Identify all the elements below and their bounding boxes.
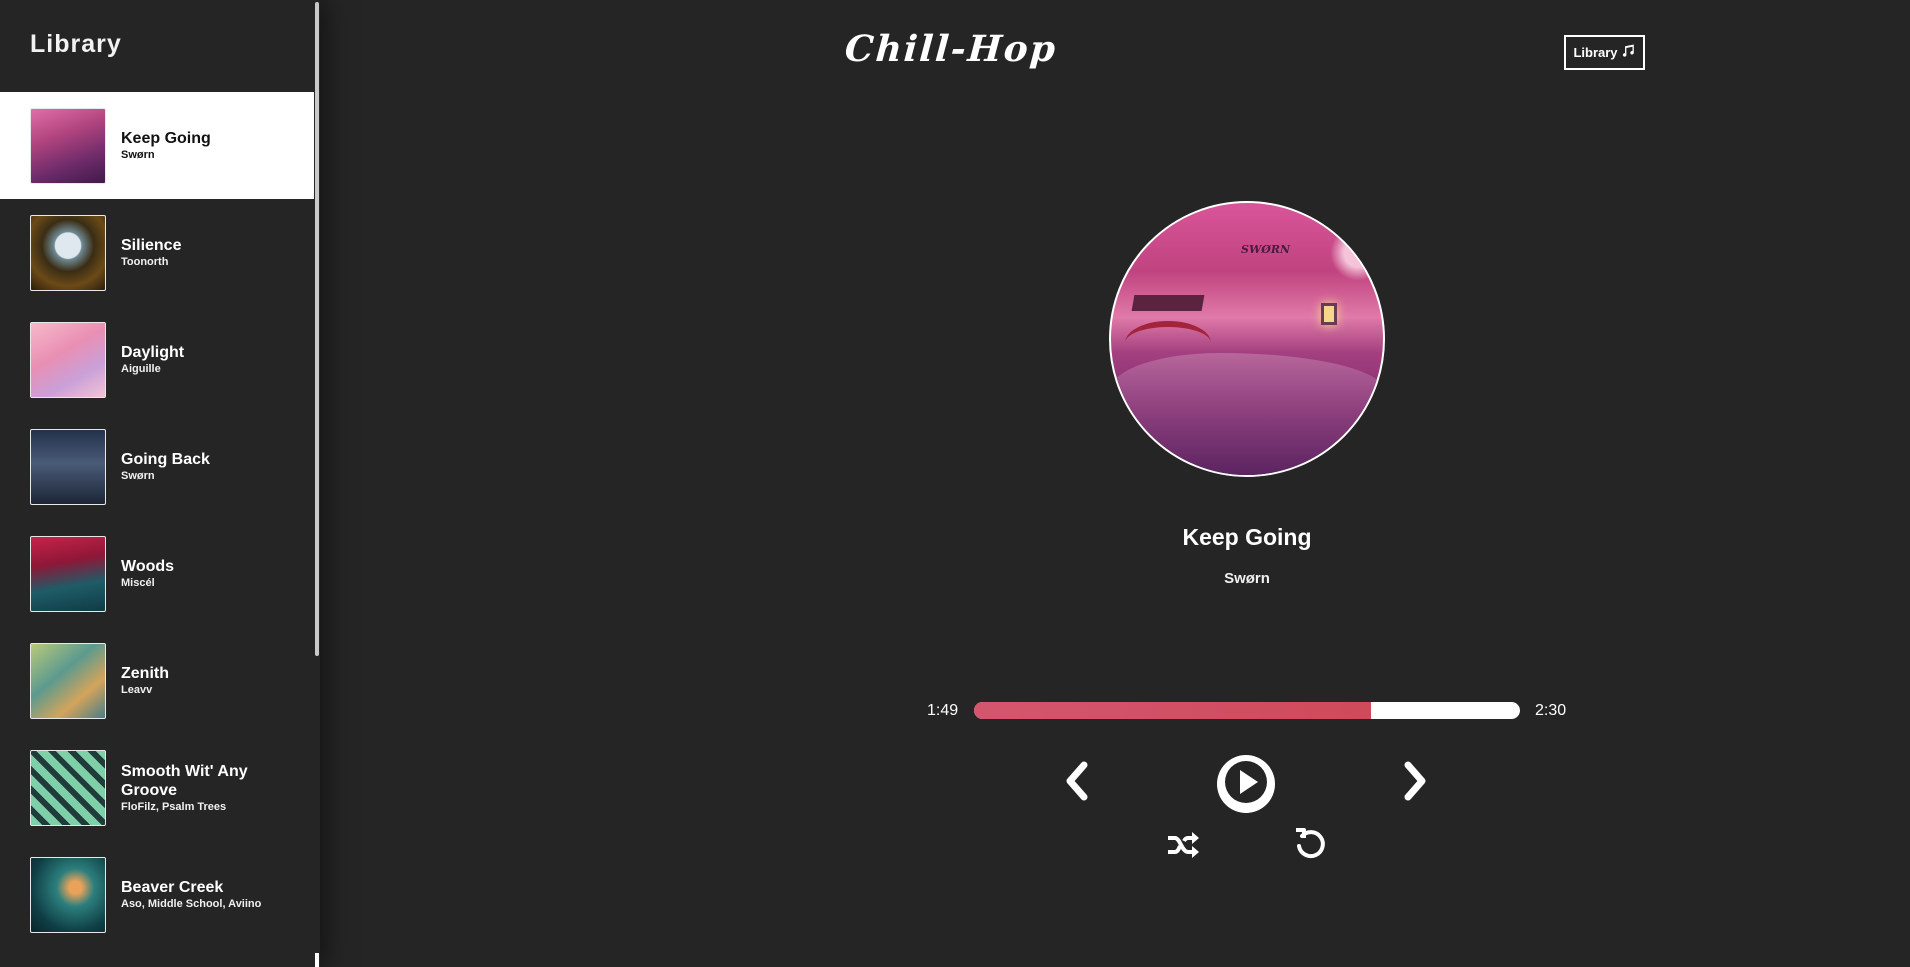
album-cover-thumbnail xyxy=(30,214,106,291)
song-item-going-back[interactable]: Going Back Swørn xyxy=(0,413,314,520)
album-cover-thumbnail xyxy=(30,321,106,398)
now-playing-artist: Swørn xyxy=(1224,570,1270,587)
progress-fill xyxy=(974,702,1371,719)
next-button[interactable] xyxy=(1398,760,1434,806)
now-playing-title: Keep Going xyxy=(1182,524,1312,550)
song-artist: Swørn xyxy=(121,470,155,482)
song-name: Smooth Wit' Any Groove xyxy=(121,762,248,799)
song-name: Beaver Creek xyxy=(121,879,224,896)
album-cover-thumbnail xyxy=(30,749,106,826)
repeat-button[interactable] xyxy=(1292,827,1328,866)
song-item-keep-going[interactable]: Keep Going Swørn xyxy=(0,92,314,199)
progress-slider[interactable] xyxy=(974,702,1520,719)
duration-time: 2:30 xyxy=(1535,702,1567,719)
song-item-beaver-creek[interactable]: Beaver Creek Aso, Middle School, Aviino xyxy=(0,841,314,948)
song-artist: Leavv xyxy=(121,684,153,696)
current-time: 1:49 xyxy=(927,702,959,719)
repeat-icon xyxy=(1293,827,1327,866)
cover-brand-text: SWØRN xyxy=(1241,243,1291,256)
album-cover-thumbnail xyxy=(30,856,106,933)
library-sidebar: Library Keep Going Swørn Silience Toonor… xyxy=(0,0,320,967)
song-artist: Swørn xyxy=(121,149,155,161)
sidebar-scrollbar-end xyxy=(315,953,319,967)
song-name: Going Back xyxy=(121,451,210,468)
album-cover-thumbnail xyxy=(30,535,106,612)
library-toggle-button[interactable]: Library xyxy=(1564,35,1645,70)
song-item-smooth-wit-any-groove[interactable]: Smooth Wit' Any Groove FloFilz, Psalm Tr… xyxy=(0,734,314,841)
song-item-daylight[interactable]: Daylight Aiguille xyxy=(0,306,314,413)
song-name: Daylight xyxy=(121,344,185,361)
song-artist: Toonorth xyxy=(121,256,169,268)
album-cover-thumbnail xyxy=(30,428,106,505)
song-artist: FloFilz, Psalm Trees xyxy=(121,800,227,813)
song-artist: Miscél xyxy=(121,577,155,589)
album-cover: SWØRN xyxy=(1109,201,1385,477)
shuffle-icon xyxy=(1166,830,1200,865)
library-button-label: Library xyxy=(1573,45,1618,60)
song-item-woods[interactable]: Woods Miscél xyxy=(0,520,314,627)
app-logo: Chill-Hop xyxy=(843,28,1059,70)
previous-button[interactable] xyxy=(1058,760,1094,806)
music-note-icon xyxy=(1622,44,1636,61)
song-artist: Aiguille xyxy=(121,363,161,375)
song-name: Zenith xyxy=(121,665,169,682)
song-artist: Aso, Middle School, Aviino xyxy=(121,898,262,910)
shuffle-button[interactable] xyxy=(1165,830,1201,864)
play-icon xyxy=(1217,753,1275,816)
sidebar-title: Library xyxy=(30,30,122,58)
song-list: Keep Going Swørn Silience Toonorth Dayli… xyxy=(0,92,314,948)
sidebar-scrollbar-thumb[interactable] xyxy=(315,2,319,656)
song-name: Silience xyxy=(121,237,182,254)
chevron-right-icon xyxy=(1402,761,1430,806)
chevron-left-icon xyxy=(1062,761,1090,806)
song-name: Woods xyxy=(121,558,175,575)
album-cover-thumbnail xyxy=(30,107,106,184)
album-cover-thumbnail xyxy=(30,642,106,719)
song-item-silience[interactable]: Silience Toonorth xyxy=(0,199,314,306)
play-button[interactable] xyxy=(1217,755,1275,813)
song-name: Keep Going xyxy=(121,130,211,147)
song-item-zenith[interactable]: Zenith Leavv xyxy=(0,627,314,734)
